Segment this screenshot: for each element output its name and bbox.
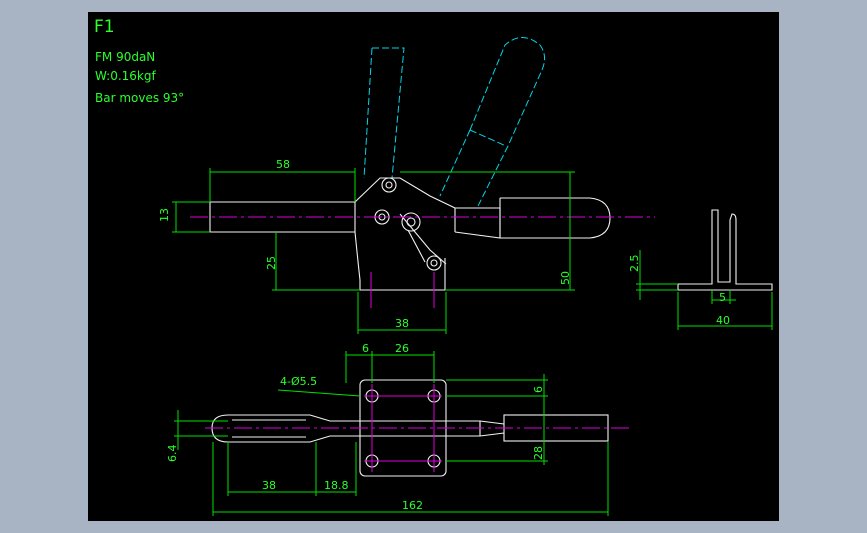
pivot-center xyxy=(401,212,421,232)
section-view: 2.5 5 40 xyxy=(628,209,773,330)
pivot-top-inner xyxy=(385,181,393,189)
drawing-title: F1 xyxy=(94,17,115,37)
dim-50: 50 xyxy=(559,271,572,285)
pivot-center-inner xyxy=(406,217,416,227)
handle-neck xyxy=(454,207,501,239)
dim-line-6-26 xyxy=(345,351,435,383)
dim-18-8: 18.8 xyxy=(324,479,349,492)
dim-26: 26 xyxy=(395,342,409,355)
handle-grip xyxy=(499,197,611,239)
phantom-handle-inclined xyxy=(439,37,546,207)
dim-25: 25 xyxy=(265,256,278,270)
dim-38-bottom: 38 xyxy=(262,479,276,492)
hole-callout: 4-Ø5.5 xyxy=(280,375,317,388)
note-force: FM 90daN xyxy=(95,50,155,64)
dim-162: 162 xyxy=(402,499,423,512)
section-angle-profile xyxy=(677,209,773,291)
dim-5: 5 xyxy=(719,291,726,304)
dim-40: 40 xyxy=(716,314,730,327)
dim-6-top: 6 xyxy=(362,342,369,355)
dim-13: 13 xyxy=(158,208,171,222)
dim-line-58 xyxy=(209,168,356,202)
drawing-viewport[interactable]: F1 FM 90daN W:0.16kgf Bar moves 93° 58 1… xyxy=(88,12,779,521)
dim-line-50 xyxy=(400,171,575,291)
top-view: 6 26 4-Ø5.5 6 28 6.4 38 18.8 162 xyxy=(166,342,630,516)
dim-58: 58 xyxy=(276,158,290,171)
pivot-top xyxy=(381,177,397,193)
phantom-handle-vertical xyxy=(363,47,405,179)
dim-2-5: 2.5 xyxy=(628,255,641,273)
pivot-bottom-inner xyxy=(430,259,438,267)
dim-line-2-5 xyxy=(636,250,678,300)
dim-38-side: 38 xyxy=(395,317,409,330)
dim-28: 28 xyxy=(532,446,545,460)
dim-6-4: 6.4 xyxy=(166,445,179,463)
note-weight: W:0.16kgf xyxy=(95,69,156,83)
dim-6-right: 6 xyxy=(532,386,545,393)
side-view: 58 13 25 50 38 xyxy=(158,37,655,334)
cad-drawing: F1 FM 90daN W:0.16kgf Bar moves 93° 58 1… xyxy=(94,17,773,516)
hole-leader xyxy=(277,389,361,397)
note-bar-travel: Bar moves 93° xyxy=(95,91,184,105)
dim-line-25 xyxy=(272,232,360,291)
pivot-bottom xyxy=(426,255,442,271)
